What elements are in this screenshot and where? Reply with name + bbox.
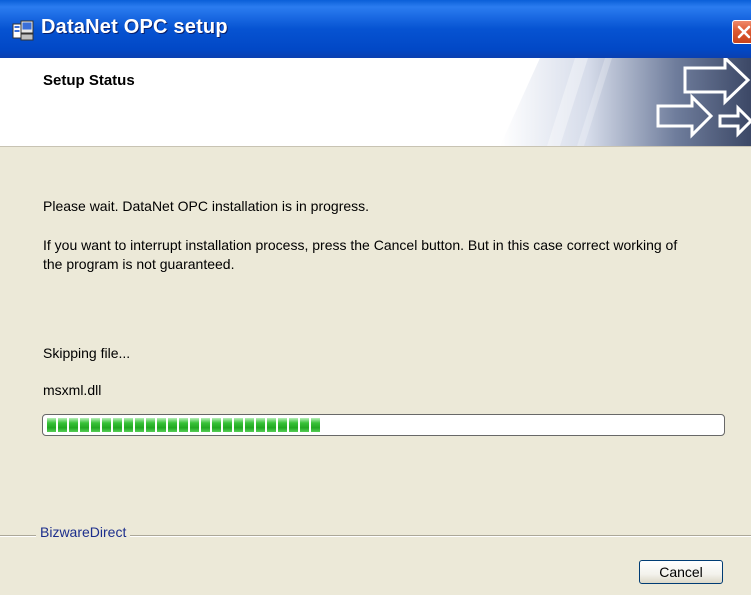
progress-block bbox=[223, 418, 232, 432]
progress-block bbox=[212, 418, 221, 432]
progress-block bbox=[256, 418, 265, 432]
progress-bar bbox=[42, 414, 725, 436]
progress-block bbox=[168, 418, 177, 432]
progress-block bbox=[69, 418, 78, 432]
progress-block bbox=[91, 418, 100, 432]
progress-block bbox=[311, 418, 320, 432]
close-button[interactable] bbox=[732, 20, 751, 44]
progress-block bbox=[146, 418, 155, 432]
progress-bar-fill bbox=[47, 418, 323, 432]
progress-block bbox=[135, 418, 144, 432]
current-file-name: msxml.dll bbox=[43, 382, 102, 398]
progress-block bbox=[289, 418, 298, 432]
progress-block bbox=[157, 418, 166, 432]
cancel-button[interactable]: Cancel bbox=[639, 560, 723, 584]
progress-block bbox=[267, 418, 276, 432]
progress-block bbox=[190, 418, 199, 432]
page-title: Setup Status bbox=[43, 72, 135, 89]
progress-block bbox=[47, 418, 56, 432]
window-title: DataNet OPC setup bbox=[41, 16, 228, 38]
cancel-warning-message: If you want to interrupt installation pr… bbox=[43, 237, 678, 272]
progress-block bbox=[113, 418, 122, 432]
progress-block bbox=[124, 418, 133, 432]
progress-block bbox=[201, 418, 210, 432]
brand-label: BizwareDirect bbox=[36, 524, 131, 540]
progress-block bbox=[80, 418, 89, 432]
progress-block bbox=[102, 418, 111, 432]
setup-window: DataNet OPC setup Setup Status Please wa… bbox=[0, 0, 751, 595]
progress-block bbox=[300, 418, 309, 432]
header-banner: Setup Status bbox=[0, 58, 751, 147]
progress-block bbox=[234, 418, 243, 432]
close-icon bbox=[737, 25, 751, 39]
progress-block bbox=[58, 418, 67, 432]
setup-icon bbox=[11, 19, 35, 43]
progress-block bbox=[245, 418, 254, 432]
status-text: Skipping file... bbox=[43, 345, 131, 361]
progress-block bbox=[278, 418, 287, 432]
arrows-banner-icon bbox=[500, 58, 751, 146]
progress-message: Please wait. DataNet OPC installation is… bbox=[43, 198, 370, 214]
title-bar[interactable]: DataNet OPC setup bbox=[0, 0, 751, 58]
progress-block bbox=[179, 418, 188, 432]
